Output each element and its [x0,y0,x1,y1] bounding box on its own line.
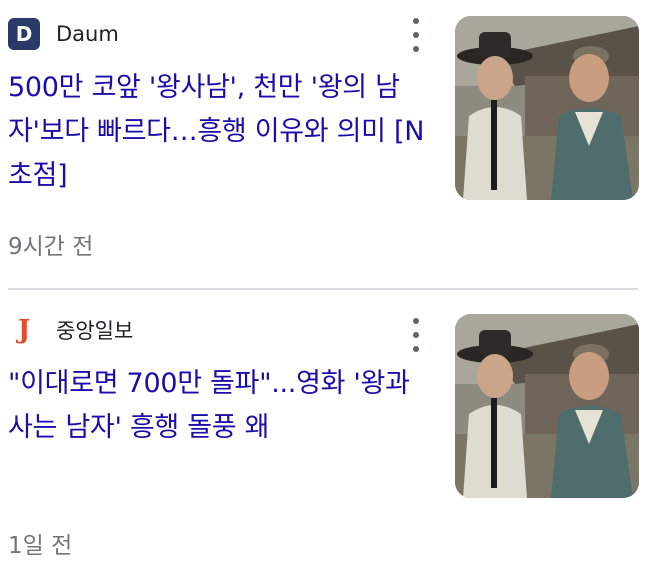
source-name: Daum [56,22,119,46]
daum-logo-icon: D [8,18,40,50]
news-headline[interactable]: 500만 코앞 '왕사남', 천만 '왕의 남자'보다 빠르다…흥행 이유와 의… [8,66,428,198]
news-thumbnail[interactable] [455,16,639,200]
joongang-logo-icon: J [17,315,31,345]
more-vert-icon[interactable] [404,318,428,352]
news-time: 9시간 전 [8,234,94,260]
divider [8,288,638,290]
news-headline[interactable]: "이대로면 700만 돌파"...영화 '왕과 사는 남자' 흥행 돌풍 왜 [8,362,428,450]
thumbnail-image-icon [455,314,639,498]
news-card[interactable]: J 중앙일보 "이대로면 700만 돌파"...영화 '왕과 사는 남자' 흥행… [0,298,648,566]
source-name: 중앙일보 [56,319,134,343]
news-source[interactable]: J 중앙일보 [8,314,133,346]
news-time: 1일 전 [8,533,73,559]
thumbnail-image-icon [455,16,639,200]
more-vert-icon[interactable] [404,18,428,52]
news-card[interactable]: D Daum 500만 코앞 '왕사남', 천만 '왕의 남자'보다 빠르다…흥… [0,0,648,285]
news-thumbnail[interactable] [455,314,639,498]
news-source[interactable]: D Daum [8,18,119,50]
